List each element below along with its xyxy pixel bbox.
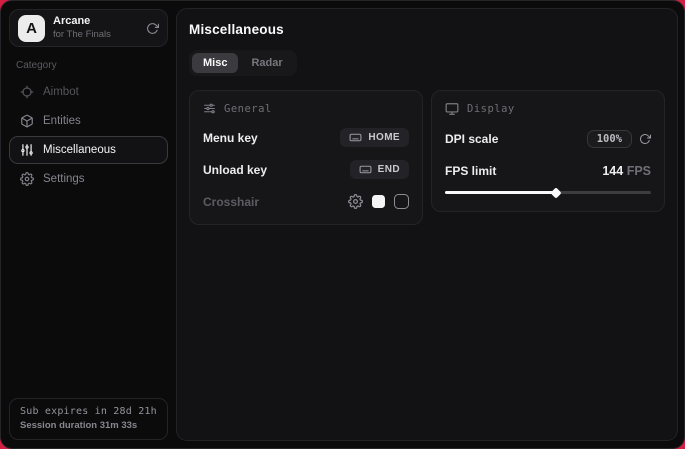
cards-row: General Menu key HOME Unload key — [189, 90, 665, 225]
dpi-value-input[interactable]: 100% — [587, 130, 632, 148]
menu-key-row: Menu key HOME — [203, 128, 409, 147]
menu-key-label: Menu key — [203, 131, 258, 145]
display-card-header: Display — [445, 102, 651, 116]
fps-slider[interactable] — [445, 186, 651, 198]
brand-subtitle: for The Finals — [53, 29, 111, 40]
fps-number: 144 — [602, 164, 623, 178]
menu-key-value: HOME — [368, 132, 400, 143]
crosshair-row: Crosshair — [203, 192, 409, 211]
crosshair-label: Crosshair — [203, 195, 259, 209]
keyboard-icon — [359, 163, 372, 176]
tab-misc[interactable]: Misc — [192, 53, 238, 73]
category-label: Category — [16, 60, 161, 71]
sliders-horizontal-icon — [203, 102, 216, 115]
crosshair-color-swatch[interactable] — [372, 195, 385, 208]
general-card: General Menu key HOME Unload key — [189, 90, 423, 225]
session-duration-text: Session duration 31m 33s — [20, 420, 157, 431]
sidebar-item-label: Aimbot — [43, 86, 79, 98]
crosshair-outline-swatch[interactable] — [394, 194, 409, 209]
dpi-control: 100% — [587, 130, 651, 148]
fps-slider-fill — [445, 191, 556, 194]
display-card-title: Display — [467, 103, 515, 115]
fps-limit-row: FPS limit 144 FPS — [445, 161, 651, 180]
crosshair-icon — [20, 85, 34, 99]
page-title: Miscellaneous — [189, 22, 665, 37]
tab-radar[interactable]: Radar — [240, 53, 293, 73]
unload-key-label: Unload key — [203, 163, 267, 177]
sidebar: A Arcane for The Finals Category Aimbot — [1, 1, 176, 448]
desktop-background: A Arcane for The Finals Category Aimbot — [0, 0, 685, 449]
menu-key-binding[interactable]: HOME — [340, 128, 409, 147]
sidebar-item-aimbot[interactable]: Aimbot — [9, 78, 168, 106]
gear-icon — [20, 172, 34, 186]
crosshair-settings-gear-icon[interactable] — [348, 194, 363, 209]
unload-key-binding[interactable]: END — [350, 160, 409, 179]
dpi-scale-row: DPI scale 100% — [445, 129, 651, 148]
sub-expires-text: Sub expires in 28d 21h — [20, 406, 157, 417]
unload-key-value: END — [378, 164, 400, 175]
box-icon — [20, 114, 34, 128]
refresh-icon[interactable] — [146, 22, 159, 35]
fps-limit-label: FPS limit — [445, 164, 496, 178]
sidebar-item-settings[interactable]: Settings — [9, 165, 168, 193]
brand-name: Arcane — [53, 15, 111, 28]
tab-bar: Misc Radar — [189, 50, 297, 76]
main-panel: Miscellaneous Misc Radar General Menu ke… — [176, 8, 678, 441]
general-card-title: General — [224, 103, 272, 115]
sidebar-item-label: Settings — [43, 173, 85, 185]
fps-unit: FPS — [627, 164, 651, 178]
subscription-box: Sub expires in 28d 21h Session duration … — [9, 398, 168, 440]
general-card-header: General — [203, 102, 409, 115]
brand-text: Arcane for The Finals — [53, 15, 111, 41]
fps-slider-thumb[interactable] — [551, 187, 562, 198]
dpi-scale-label: DPI scale — [445, 132, 498, 146]
sliders-icon — [20, 143, 34, 157]
sidebar-item-miscellaneous[interactable]: Miscellaneous — [9, 136, 168, 164]
keyboard-icon — [349, 131, 362, 144]
sidebar-item-entities[interactable]: Entities — [9, 107, 168, 135]
crosshair-controls — [348, 194, 409, 209]
fps-value: 144 FPS — [602, 164, 651, 178]
sidebar-item-label: Miscellaneous — [43, 144, 116, 156]
display-card: Display DPI scale 100% FPS limit — [431, 90, 665, 212]
app-window: A Arcane for The Finals Category Aimbot — [0, 0, 685, 449]
monitor-icon — [445, 102, 459, 116]
sidebar-nav: Aimbot Entities Miscellaneous — [9, 78, 168, 193]
dpi-reset-icon[interactable] — [639, 133, 651, 145]
avatar: A — [18, 15, 45, 42]
sidebar-item-label: Entities — [43, 115, 81, 127]
brand-card: A Arcane for The Finals — [9, 9, 168, 47]
unload-key-row: Unload key END — [203, 160, 409, 179]
